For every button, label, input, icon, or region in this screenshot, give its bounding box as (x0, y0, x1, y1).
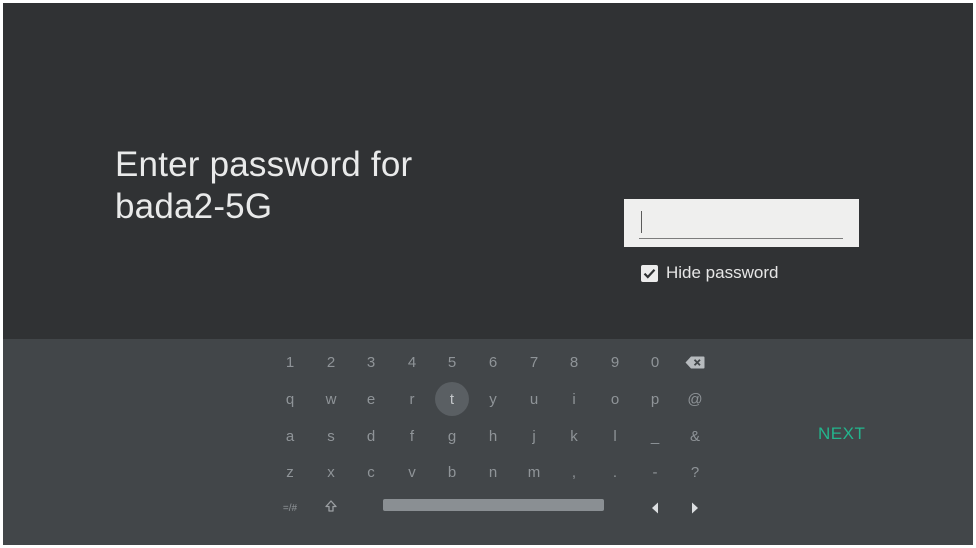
key-p[interactable]: p (638, 384, 672, 414)
hide-password-checkbox[interactable] (641, 264, 658, 282)
key-ampersand[interactable]: & (678, 421, 712, 451)
key-b[interactable]: b (435, 457, 469, 487)
shift-key[interactable] (314, 491, 348, 521)
key-period[interactable]: . (598, 457, 632, 487)
key-0[interactable]: 0 (638, 347, 672, 377)
password-dialog: Enter password for bada2-5G Hide passwor… (3, 3, 973, 339)
key-9[interactable]: 9 (598, 347, 632, 377)
key-j[interactable]: j (517, 421, 551, 451)
screen: Enter password for bada2-5G Hide passwor… (3, 3, 973, 545)
key-o[interactable]: o (598, 384, 632, 414)
key-6[interactable]: 6 (476, 347, 510, 377)
key-e[interactable]: e (354, 384, 388, 414)
password-field[interactable] (624, 199, 859, 247)
arrow-left-icon (652, 502, 658, 514)
key-x[interactable]: x (314, 457, 348, 487)
shift-icon (325, 500, 337, 512)
key-g[interactable]: g (435, 421, 469, 451)
key-f[interactable]: f (395, 421, 429, 451)
network-name: bada2-5G (115, 187, 273, 226)
key-h[interactable]: h (476, 421, 510, 451)
backspace-key[interactable] (678, 347, 712, 377)
key-at[interactable]: @ (678, 384, 712, 414)
key-5[interactable]: 5 (435, 347, 469, 377)
title-line-1: Enter password for (115, 145, 413, 184)
key-n[interactable]: n (476, 457, 510, 487)
key-question-mark[interactable]: ? (678, 457, 712, 487)
symbols-key[interactable]: =/# (273, 493, 307, 523)
key-s[interactable]: s (314, 421, 348, 451)
cursor-left-key[interactable] (638, 493, 672, 523)
cursor-right-key[interactable] (678, 493, 712, 523)
input-underline (639, 238, 843, 239)
page-title: Enter password for bada2-5G (115, 144, 535, 228)
arrow-right-icon (692, 502, 698, 514)
key-v[interactable]: v (395, 457, 429, 487)
key-r[interactable]: r (395, 384, 429, 414)
key-underscore[interactable]: _ (638, 421, 672, 451)
hide-password-toggle[interactable]: Hide password (641, 263, 778, 283)
key-y[interactable]: y (476, 384, 510, 414)
key-k[interactable]: k (557, 421, 591, 451)
key-1[interactable]: 1 (273, 347, 307, 377)
key-i[interactable]: i (557, 384, 591, 414)
key-a[interactable]: a (273, 421, 307, 451)
key-l[interactable]: l (598, 421, 632, 451)
key-3[interactable]: 3 (354, 347, 388, 377)
key-7[interactable]: 7 (517, 347, 551, 377)
key-comma[interactable]: , (557, 457, 591, 487)
key-2[interactable]: 2 (314, 347, 348, 377)
hide-password-label: Hide password (666, 263, 779, 282)
key-d[interactable]: d (354, 421, 388, 451)
key-t-focused[interactable]: t (435, 382, 469, 416)
key-z[interactable]: z (273, 457, 307, 487)
on-screen-keyboard: 1 2 3 4 5 6 7 8 9 0 q w e r t y u i o p … (3, 339, 973, 545)
checkmark-icon (643, 268, 656, 279)
key-hyphen[interactable]: - (638, 457, 672, 487)
space-bar[interactable] (383, 499, 604, 511)
key-c[interactable]: c (354, 457, 388, 487)
key-w[interactable]: w (314, 384, 348, 414)
key-q[interactable]: q (273, 384, 307, 414)
password-input[interactable] (642, 209, 836, 235)
backspace-icon (685, 356, 705, 368)
next-button[interactable]: NEXT (818, 424, 865, 444)
key-4[interactable]: 4 (395, 347, 429, 377)
key-8[interactable]: 8 (557, 347, 591, 377)
text-cursor (641, 211, 642, 233)
key-m[interactable]: m (517, 457, 551, 487)
key-u[interactable]: u (517, 384, 551, 414)
